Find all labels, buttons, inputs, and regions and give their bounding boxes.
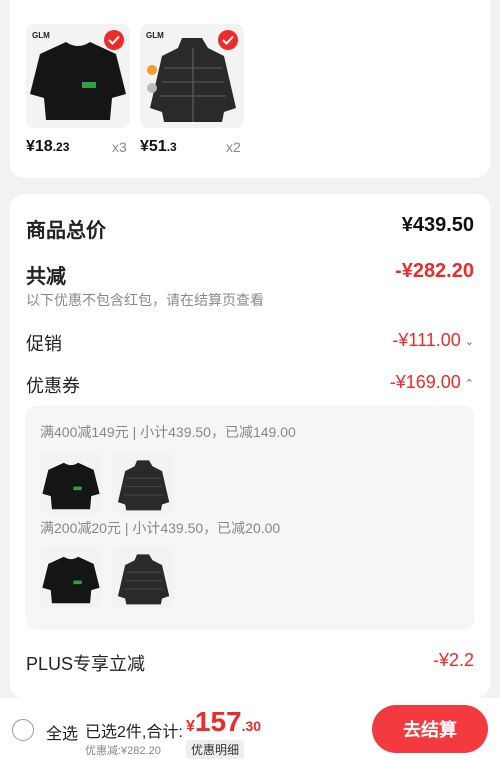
discount-detail-link[interactable]: 优惠明细 bbox=[186, 740, 245, 759]
product-thumbnail-jacket[interactable]: GLM bbox=[140, 24, 244, 128]
product-thumbnail-sweatshirt[interactable]: GLM bbox=[26, 24, 130, 128]
coupon-value: -¥169.00 bbox=[389, 372, 461, 392]
plus-value: -¥2.2 bbox=[432, 650, 474, 670]
select-all-label[interactable]: 全选 bbox=[46, 720, 78, 744]
coupon-detail-box: 满400减149元 | 小计439.50，已减149.00 满200减20元 |… bbox=[26, 406, 474, 630]
coupon-item-jacket bbox=[112, 546, 174, 608]
svg-text:GLM: GLM bbox=[146, 31, 164, 40]
item-quantity: x2 bbox=[226, 139, 241, 155]
promo-value: -¥111.00 bbox=[392, 330, 461, 350]
reduce-value: -¥282.20 bbox=[395, 260, 474, 282]
total-price: ¥157.30 bbox=[186, 706, 262, 737]
item-price: ¥51.3 bbox=[140, 138, 177, 155]
reduce-label: 共减 bbox=[26, 266, 66, 288]
discount-summary: 优惠减:¥282.20 bbox=[85, 745, 161, 757]
selected-check-icon[interactable] bbox=[104, 30, 124, 50]
price-summary-card: 商品总价 ¥439.50 共减 -¥282.20 以下优惠不包含红包，请在结算页… bbox=[10, 194, 490, 698]
total-label: 商品总价 bbox=[26, 220, 106, 242]
promo-label: 促销 bbox=[26, 334, 62, 354]
svg-text:GLM: GLM bbox=[32, 31, 50, 40]
coupon-row[interactable]: -¥169.00 ⌃ bbox=[390, 372, 474, 393]
chevron-up-icon: ⌃ bbox=[464, 377, 474, 390]
item-quantity: x3 bbox=[112, 139, 127, 155]
select-all-radio-icon[interactable] bbox=[12, 719, 34, 741]
chevron-down-icon: ⌄ bbox=[464, 335, 474, 348]
item-price: ¥18.23 bbox=[26, 138, 70, 155]
items-card: GLM GLM ¥18.23 x3 ¥51.3 x2 bbox=[10, 0, 490, 178]
coupon-item-jacket bbox=[112, 452, 174, 514]
coupon-item-sweatshirt bbox=[40, 546, 102, 608]
coupon-item-sweatshirt bbox=[40, 452, 102, 514]
selected-check-icon[interactable] bbox=[218, 30, 238, 50]
checkout-button[interactable]: 去结算 bbox=[372, 705, 488, 753]
coupon-line: 满400减149元 | 小计439.50，已减149.00 bbox=[40, 424, 296, 440]
checkout-bar: 全选 已选2件,合计: ¥157.30 优惠减:¥282.20 优惠明细 去结算 bbox=[0, 698, 500, 761]
promo-row[interactable]: -¥111.00 ⌄ bbox=[392, 330, 474, 351]
coupon-label: 优惠券 bbox=[26, 376, 80, 396]
selected-count: 已选2件,合计: bbox=[85, 724, 183, 741]
plus-label: PLUS专享立减 bbox=[26, 654, 146, 674]
coupon-line: 满200减20元 | 小计439.50，已减20.00 bbox=[40, 520, 281, 536]
discount-note: 以下优惠不包含红包，请在结算页查看 bbox=[26, 292, 264, 308]
total-value: ¥439.50 bbox=[401, 214, 474, 236]
